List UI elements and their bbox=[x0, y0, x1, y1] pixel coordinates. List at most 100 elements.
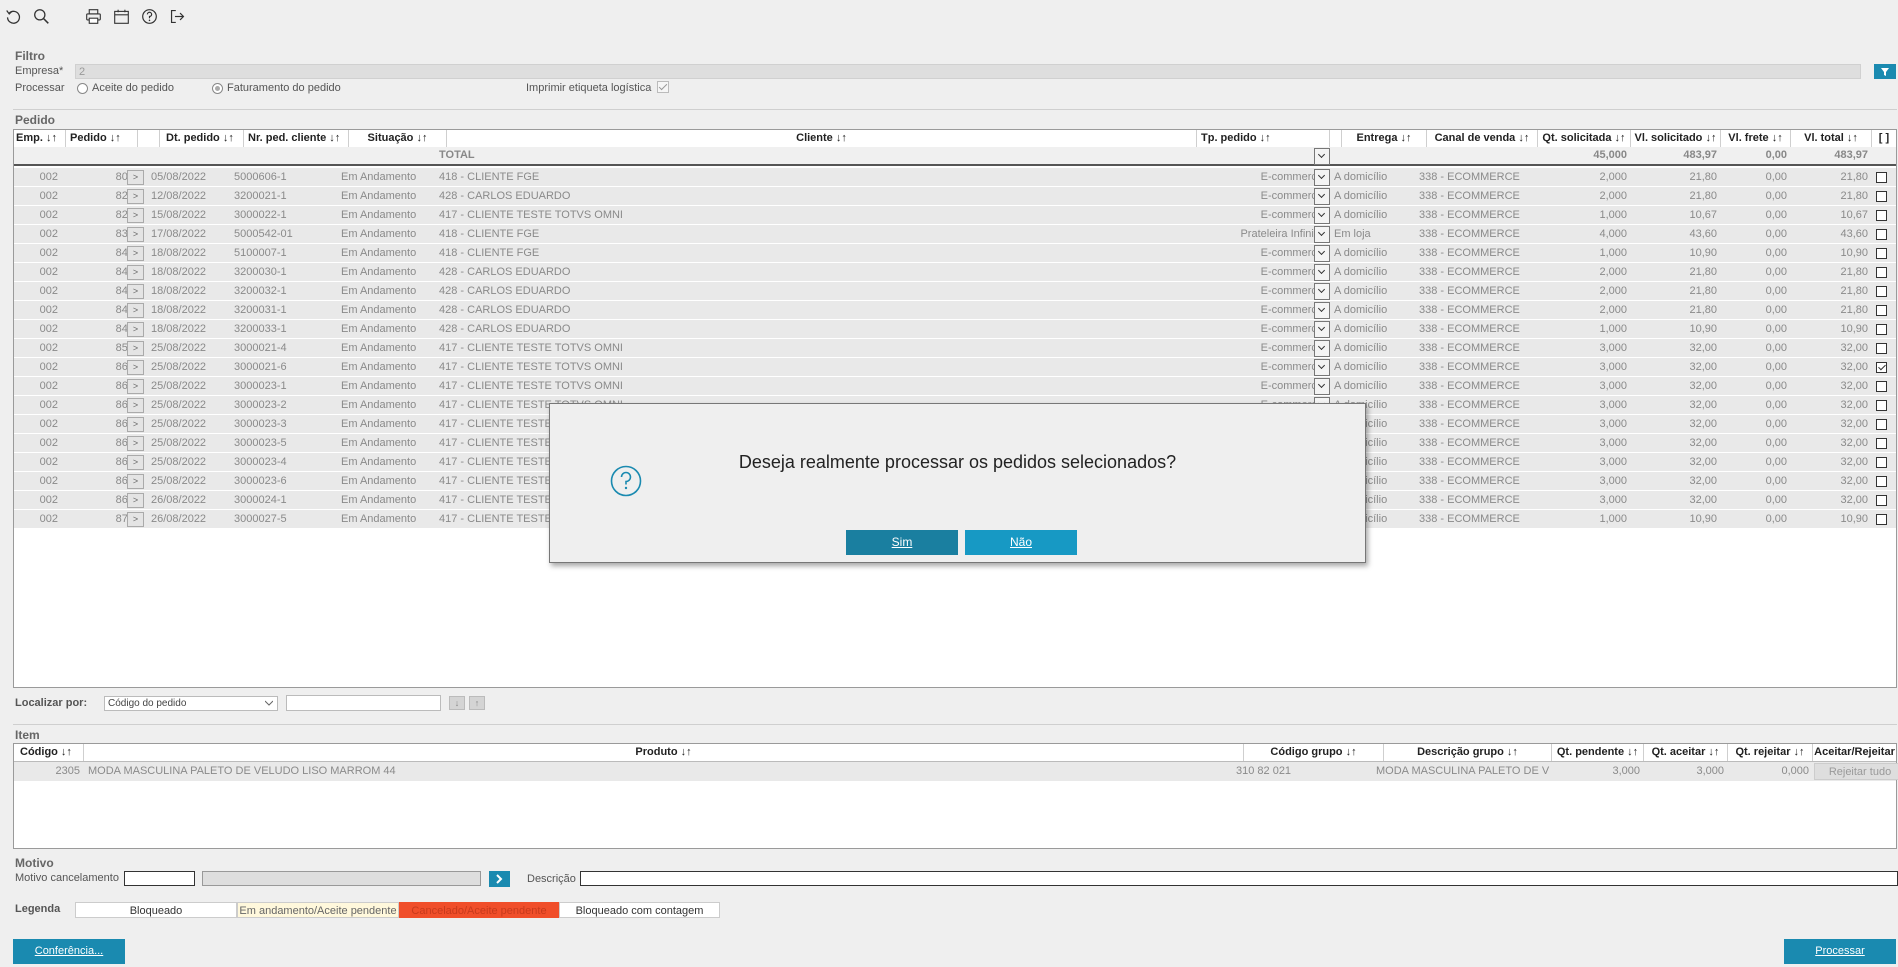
table-row[interactable]: 002 807 05/08/2022 5000606-1 Em Andamento 418… bbox=[14, 168, 1896, 187]
expand-row-button[interactable]: > bbox=[127, 227, 144, 242]
tp-pedido-dropdown[interactable] bbox=[1314, 340, 1330, 357]
table-row[interactable]: 002 829 15/08/2022 3000022-1 Em Andamento 417… bbox=[14, 206, 1896, 225]
row-checkbox[interactable] bbox=[1876, 210, 1887, 221]
tp-pedido-dropdown[interactable] bbox=[1314, 378, 1330, 395]
conferencia-button[interactable]: Conferência... bbox=[13, 939, 125, 964]
help-icon[interactable] bbox=[138, 5, 160, 27]
tp-pedido-dropdown[interactable] bbox=[1314, 188, 1330, 205]
tp-pedido-dropdown[interactable] bbox=[1314, 283, 1330, 300]
row-checkbox[interactable] bbox=[1876, 381, 1887, 392]
filter-button[interactable] bbox=[1874, 64, 1896, 79]
radio-aceite[interactable]: Aceite do pedido bbox=[77, 82, 174, 94]
expand-row-button[interactable]: > bbox=[127, 322, 144, 337]
tp-pedido-dropdown[interactable] bbox=[1314, 207, 1330, 224]
print-icon[interactable] bbox=[82, 5, 104, 27]
table-row[interactable]: 002 857 25/08/2022 3000021-4 Em Andamento 417… bbox=[14, 339, 1896, 358]
icol-qt-pendente[interactable]: Qt. pendente ↓↑ bbox=[1552, 744, 1644, 761]
row-checkbox[interactable] bbox=[1876, 400, 1887, 411]
localizar-input[interactable] bbox=[286, 695, 441, 711]
row-checkbox[interactable] bbox=[1876, 362, 1887, 373]
expand-row-button[interactable]: > bbox=[127, 455, 144, 470]
expand-row-button[interactable]: > bbox=[127, 417, 144, 432]
row-checkbox[interactable] bbox=[1876, 438, 1887, 449]
row-checkbox[interactable] bbox=[1876, 229, 1887, 240]
table-row[interactable]: 002 863 25/08/2022 3000023-1 Em Andamento 417… bbox=[14, 377, 1896, 396]
table-row[interactable]: 002 837 17/08/2022 5000542-01 Em Andamento 41… bbox=[14, 225, 1896, 244]
row-checkbox[interactable] bbox=[1876, 343, 1887, 354]
row-checkbox[interactable] bbox=[1876, 457, 1887, 468]
descricao-input[interactable] bbox=[580, 871, 1898, 886]
col-entrega[interactable]: Entrega ↓↑ bbox=[1342, 130, 1427, 147]
tp-pedido-dropdown[interactable] bbox=[1314, 169, 1330, 186]
icol-codigo[interactable]: Código ↓↑ bbox=[14, 744, 84, 761]
tp-pedido-dropdown[interactable] bbox=[1314, 359, 1330, 376]
expand-row-button[interactable]: > bbox=[127, 189, 144, 204]
tp-filter-dropdown[interactable] bbox=[1314, 148, 1330, 165]
row-checkbox[interactable] bbox=[1876, 476, 1887, 487]
localizar-select[interactable]: Código do pedido bbox=[104, 696, 278, 711]
col-emp[interactable]: Emp. ↓↑ bbox=[14, 130, 66, 147]
col-dt-pedido[interactable]: Dt. pedido ↓↑ bbox=[160, 130, 244, 147]
row-checkbox[interactable] bbox=[1876, 286, 1887, 297]
expand-row-button[interactable]: > bbox=[127, 474, 144, 489]
col-cliente[interactable]: Cliente ↓↑ bbox=[447, 130, 1197, 147]
tp-pedido-dropdown[interactable] bbox=[1314, 245, 1330, 262]
search-icon[interactable] bbox=[30, 5, 52, 27]
arrow-up-icon[interactable]: ↑ bbox=[469, 696, 485, 710]
col-pedido[interactable]: Pedido ↓↑ bbox=[66, 130, 138, 147]
row-checkbox[interactable] bbox=[1876, 191, 1887, 202]
motivo-lookup-button[interactable] bbox=[489, 871, 510, 887]
calendar-icon[interactable] bbox=[110, 5, 132, 27]
motivo-codigo-input[interactable] bbox=[124, 871, 195, 886]
expand-row-button[interactable]: > bbox=[127, 341, 144, 356]
arrow-down-icon[interactable]: ↓ bbox=[449, 696, 465, 710]
col-situacao[interactable]: Situação ↓↑ bbox=[349, 130, 447, 147]
table-row[interactable]: 002 843 18/08/2022 3200032-1 Em Andamento 428… bbox=[14, 282, 1896, 301]
col-vl-solicitado[interactable]: Vl. solicitado ↓↑ bbox=[1631, 130, 1721, 147]
row-checkbox[interactable] bbox=[1876, 514, 1887, 525]
expand-row-button[interactable]: > bbox=[127, 170, 144, 185]
row-checkbox[interactable] bbox=[1876, 419, 1887, 430]
imprimir-checkbox[interactable] bbox=[657, 81, 669, 93]
col-qt-solicitada[interactable]: Qt. solicitada ↓↑ bbox=[1538, 130, 1631, 147]
expand-row-button[interactable]: > bbox=[127, 284, 144, 299]
tp-pedido-dropdown[interactable] bbox=[1314, 321, 1330, 338]
expand-row-button[interactable]: > bbox=[127, 512, 144, 527]
col-tp-pedido[interactable]: Tp. pedido ↓↑ bbox=[1197, 130, 1330, 147]
row-checkbox[interactable] bbox=[1876, 248, 1887, 259]
item-row[interactable]: 2305 MODA MASCULINA PALETO DE VELUDO LIS… bbox=[14, 762, 1898, 781]
expand-row-button[interactable]: > bbox=[127, 246, 144, 261]
table-row[interactable]: 002 841 18/08/2022 5100007-1 Em Andamento 418… bbox=[14, 244, 1896, 263]
expand-row-button[interactable]: > bbox=[127, 493, 144, 508]
table-row[interactable]: 002 845 18/08/2022 3200033-1 Em Andamento 428… bbox=[14, 320, 1896, 339]
icol-descricao-grupo[interactable]: Descrição grupo ↓↑ bbox=[1384, 744, 1552, 761]
tp-pedido-dropdown[interactable] bbox=[1314, 226, 1330, 243]
row-checkbox[interactable] bbox=[1876, 305, 1887, 316]
icol-qt-aceitar[interactable]: Qt. aceitar ↓↑ bbox=[1644, 744, 1728, 761]
col-nr-ped-cliente[interactable]: Nr. ped. cliente ↓↑ bbox=[244, 130, 349, 147]
radio-faturamento[interactable]: Faturamento do pedido bbox=[212, 82, 341, 94]
radio-aceite-dot[interactable] bbox=[77, 82, 88, 94]
tp-pedido-dropdown[interactable] bbox=[1314, 264, 1330, 281]
radio-faturamento-dot[interactable] bbox=[212, 82, 223, 94]
table-row[interactable]: 002 842 18/08/2022 3200030-1 Em Andamento 428… bbox=[14, 263, 1896, 282]
row-checkbox[interactable] bbox=[1876, 172, 1887, 183]
expand-row-button[interactable]: > bbox=[127, 208, 144, 223]
nao-button[interactable]: Não bbox=[965, 530, 1077, 555]
expand-row-button[interactable]: > bbox=[127, 398, 144, 413]
row-checkbox[interactable] bbox=[1876, 324, 1887, 335]
exit-icon[interactable] bbox=[166, 5, 188, 27]
processar-button[interactable]: Processar bbox=[1784, 939, 1896, 964]
table-row[interactable]: 002 862 25/08/2022 3000021-6 Em Andamento 417… bbox=[14, 358, 1896, 377]
col-select-all[interactable]: [ ] bbox=[1872, 130, 1896, 147]
icol-qt-rejeitar[interactable]: Qt. rejeitar ↓↑ bbox=[1728, 744, 1813, 761]
table-row[interactable]: 002 844 18/08/2022 3200031-1 Em Andamento 428… bbox=[14, 301, 1896, 320]
expand-row-button[interactable]: > bbox=[127, 265, 144, 280]
expand-row-button[interactable]: > bbox=[127, 360, 144, 375]
col-vl-frete[interactable]: Vl. frete ↓↑ bbox=[1721, 130, 1791, 147]
row-checkbox[interactable] bbox=[1876, 267, 1887, 278]
icol-codigo-grupo[interactable]: Código grupo ↓↑ bbox=[1244, 744, 1384, 761]
col-canal-venda[interactable]: Canal de venda ↓↑ bbox=[1427, 130, 1538, 147]
row-checkbox[interactable] bbox=[1876, 495, 1887, 506]
icol-produto[interactable]: Produto ↓↑ bbox=[84, 744, 1244, 761]
